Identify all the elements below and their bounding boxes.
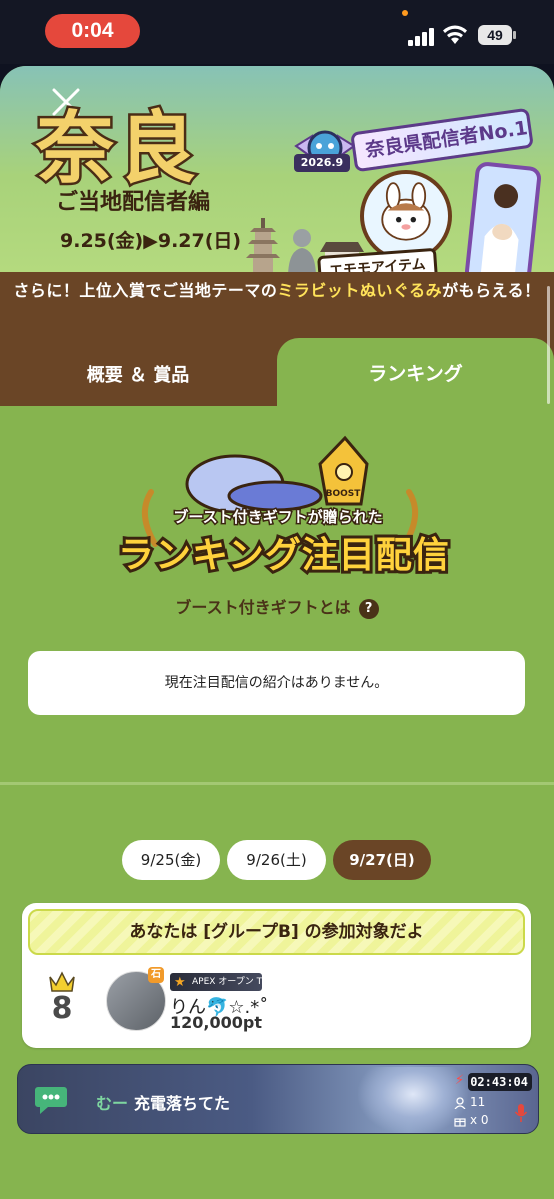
emblem-subtitle: ブースト付きギフトが贈られた <box>172 507 384 528</box>
pagoda-illustration <box>246 218 280 274</box>
viewer-count: 11 <box>470 1095 486 1109</box>
chat-bubble-icon <box>35 1087 67 1114</box>
points: 120,000pt <box>170 1013 262 1032</box>
privacy-indicator-dot <box>402 10 408 16</box>
stream-title: 充電落ちてた <box>134 1094 231 1113</box>
mini-stream-player[interactable]: むー 充電落ちてた ⚡ 02:43:04 11 x 0 <box>17 1064 539 1134</box>
recording-time-pill[interactable]: 0:04 <box>45 14 140 48</box>
rocket-label: BOOST <box>326 489 362 499</box>
my-rank-card[interactable]: あなたは [グループB] の参加対象だよ 8 石 ★ APEX オープン TOP1… <box>22 903 531 1048</box>
rank-number: 8 <box>51 991 73 1026</box>
phone-illustration <box>463 160 543 290</box>
mascot-plush-illustration <box>360 170 452 262</box>
banner-big-title: 奈良 <box>33 104 201 194</box>
award-ribbon: 奈良県配信者No.1 <box>350 107 534 173</box>
promo-strip-suffix: がもらえる！ <box>442 281 541 300</box>
boost-gift-help-link[interactable]: ブースト付きギフトとは? <box>0 594 554 619</box>
promo-strip: さらに！上位入賞でご当地テーマのミラビットぬいぐるみがもらえる！ <box>0 272 554 310</box>
live-bolt-icon: ⚡ <box>455 1073 465 1088</box>
microphone-icon[interactable] <box>514 1103 528 1123</box>
status-bar: 0:04 49 <box>0 0 554 64</box>
star-icon: ★ <box>174 975 186 990</box>
streamer-name: むー <box>96 1094 129 1113</box>
great-buddha-illustration <box>288 229 316 278</box>
cellular-signal-icon <box>408 26 434 46</box>
battery-nub <box>513 31 516 39</box>
banner-subtitle: ご当地配信者編 <box>56 190 211 215</box>
date-tab-0925[interactable]: 9/25(金) <box>122 840 220 880</box>
promo-strip-highlight: ミラビットぬいぐるみ <box>277 281 443 300</box>
viewer-icon <box>454 1097 466 1109</box>
gift-icon <box>454 1118 466 1127</box>
event-sheet: 奈良 ご当地配信者編 9.25(金)▶9.27(日) 2026.9 奈良県配信者… <box>0 66 554 1199</box>
boost-gift-help-label: ブースト付きギフトとは <box>175 598 351 617</box>
tab-ranking[interactable]: ランキング <box>277 338 554 408</box>
banner-dates: 9.25(金)▶9.27(日) <box>60 230 242 252</box>
date-tab-0926[interactable]: 9/26(土) <box>227 840 326 880</box>
wifi-icon <box>443 25 467 44</box>
group-eligibility-banner: あなたは [グループB] の参加対象だよ <box>28 909 525 955</box>
award-year: 2026.9 <box>294 154 350 172</box>
avatar-badge: 石 <box>148 967 164 983</box>
featured-notice-card: 現在注目配信の紹介はありません。 <box>28 651 525 715</box>
stream-timer: 02:43:04 <box>468 1073 532 1091</box>
date-tab-0927[interactable]: 9/27(日) <box>333 840 431 880</box>
scrollbar-thumb[interactable] <box>547 286 550 404</box>
streamer-rank-badge-text: APEX オープン TOP10 <box>192 977 262 987</box>
tab-overview-prizes[interactable]: 概要 ＆ 賞品 <box>0 338 276 406</box>
streamer-rank-badge: ★ APEX オープン TOP10 <box>170 973 262 991</box>
battery-icon: 49 <box>478 25 512 45</box>
section-divider <box>0 782 554 785</box>
gift-count: x 0 <box>470 1113 489 1127</box>
emblem-title: ランキング注目配信 <box>115 532 452 579</box>
crown-icon <box>49 971 75 992</box>
promo-strip-prefix: さらに！上位入賞でご当地テーマの <box>13 281 278 300</box>
event-banner: 奈良 ご当地配信者編 9.25(金)▶9.27(日) 2026.9 奈良県配信者… <box>0 66 554 310</box>
help-icon[interactable]: ? <box>358 598 379 619</box>
streamer-avatar-art <box>358 1067 468 1133</box>
